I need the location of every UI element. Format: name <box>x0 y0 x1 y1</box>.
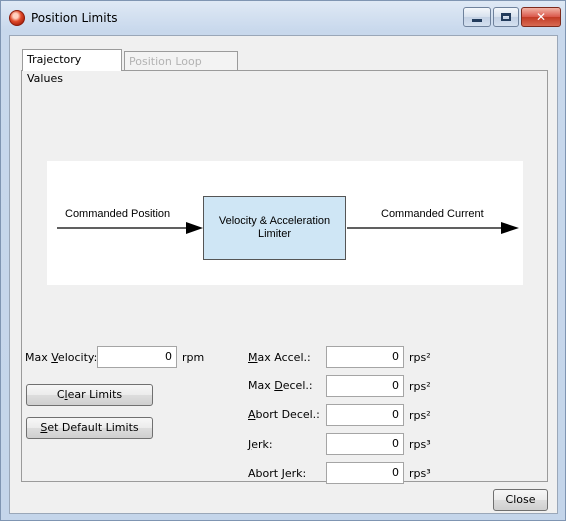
minimize-icon <box>472 19 482 22</box>
tab-position-loop-values[interactable]: Position Loop Values <box>124 51 238 87</box>
max-decel-label-pre: Max <box>248 379 275 392</box>
app-icon <box>9 10 25 26</box>
max-accel-label: Max Accel.: <box>248 351 311 364</box>
input-arrow-head <box>186 222 203 234</box>
max-velocity-input[interactable]: 0 <box>97 346 177 368</box>
close-icon: ✕ <box>535 10 547 24</box>
jerk-label-post: erk: <box>251 438 273 451</box>
commanded-position-label: Commanded Position <box>65 208 171 220</box>
max-decel-unit: rps² <box>409 380 431 393</box>
clear-limits-label-post: ear Limits <box>67 388 123 401</box>
max-accel-label-post: ax Accel.: <box>257 351 311 364</box>
close-window-button[interactable]: ✕ <box>521 7 561 27</box>
abort-decel-label-mnemonic: A <box>248 408 256 421</box>
abort-jerk-unit: rps³ <box>409 467 431 480</box>
max-accel-unit: rps² <box>409 351 431 364</box>
max-velocity-label-pre: Max <box>25 351 52 364</box>
maximize-button[interactable] <box>493 7 519 27</box>
max-accel-label-mnemonic: M <box>248 351 258 364</box>
max-decel-label: Max Decel.: <box>248 379 313 392</box>
output-arrow-head <box>501 222 519 234</box>
jerk-label: Jerk: <box>248 438 273 451</box>
maximize-icon <box>501 13 511 21</box>
max-velocity-label-mnemonic: V <box>51 351 58 364</box>
set-default-limits-label-post: et Default Limits <box>47 421 139 434</box>
abort-decel-label: Abort Decel.: <box>248 408 320 421</box>
max-accel-input[interactable]: 0 <box>326 346 404 368</box>
max-decel-input[interactable]: 0 <box>326 375 404 397</box>
dialog-client-area: Trajectory Values Position Loop Values C… <box>9 35 558 514</box>
max-decel-label-post: ecel.: <box>282 379 313 392</box>
abort-decel-input[interactable]: 0 <box>326 404 404 426</box>
clear-limits-label-pre: C <box>56 388 65 401</box>
tab-panel-trajectory: Commanded Position Velocity & Accelerati… <box>21 70 548 484</box>
max-velocity-label-post: elocity: <box>57 351 98 364</box>
clear-limits-button[interactable]: Clear Limits <box>26 384 153 406</box>
title-bar[interactable]: Position Limits ✕ <box>1 1 565 35</box>
max-decel-label-mnemonic: D <box>274 379 283 392</box>
jerk-input[interactable]: 0 <box>326 433 404 455</box>
close-button[interactable]: Close <box>493 489 548 511</box>
max-velocity-label: Max Velocity: <box>25 351 97 364</box>
jerk-unit: rps³ <box>409 438 431 451</box>
commanded-current-label: Commanded Current <box>381 208 484 220</box>
abort-jerk-label: Abort Jerk: <box>248 467 307 480</box>
max-velocity-unit: rpm <box>182 351 205 364</box>
minimize-button[interactable] <box>463 7 491 27</box>
limiter-block-label: Velocity & Acceleration Limiter <box>218 215 331 240</box>
abort-jerk-input[interactable]: 0 <box>326 462 404 484</box>
abort-decel-unit: rps² <box>409 409 431 422</box>
set-default-limits-button[interactable]: Set Default Limits <box>26 417 153 439</box>
tab-trajectory-values[interactable]: Trajectory Values <box>22 49 122 85</box>
velocity-acceleration-limiter-block: Velocity & Acceleration Limiter <box>203 196 346 260</box>
position-limits-window: Position Limits ✕ Trajectory Values Posi… <box>0 0 566 521</box>
trajectory-diagram: Commanded Position Velocity & Accelerati… <box>47 161 523 285</box>
abort-decel-label-post: bort Decel.: <box>255 408 320 421</box>
window-title: Position Limits <box>31 11 118 25</box>
